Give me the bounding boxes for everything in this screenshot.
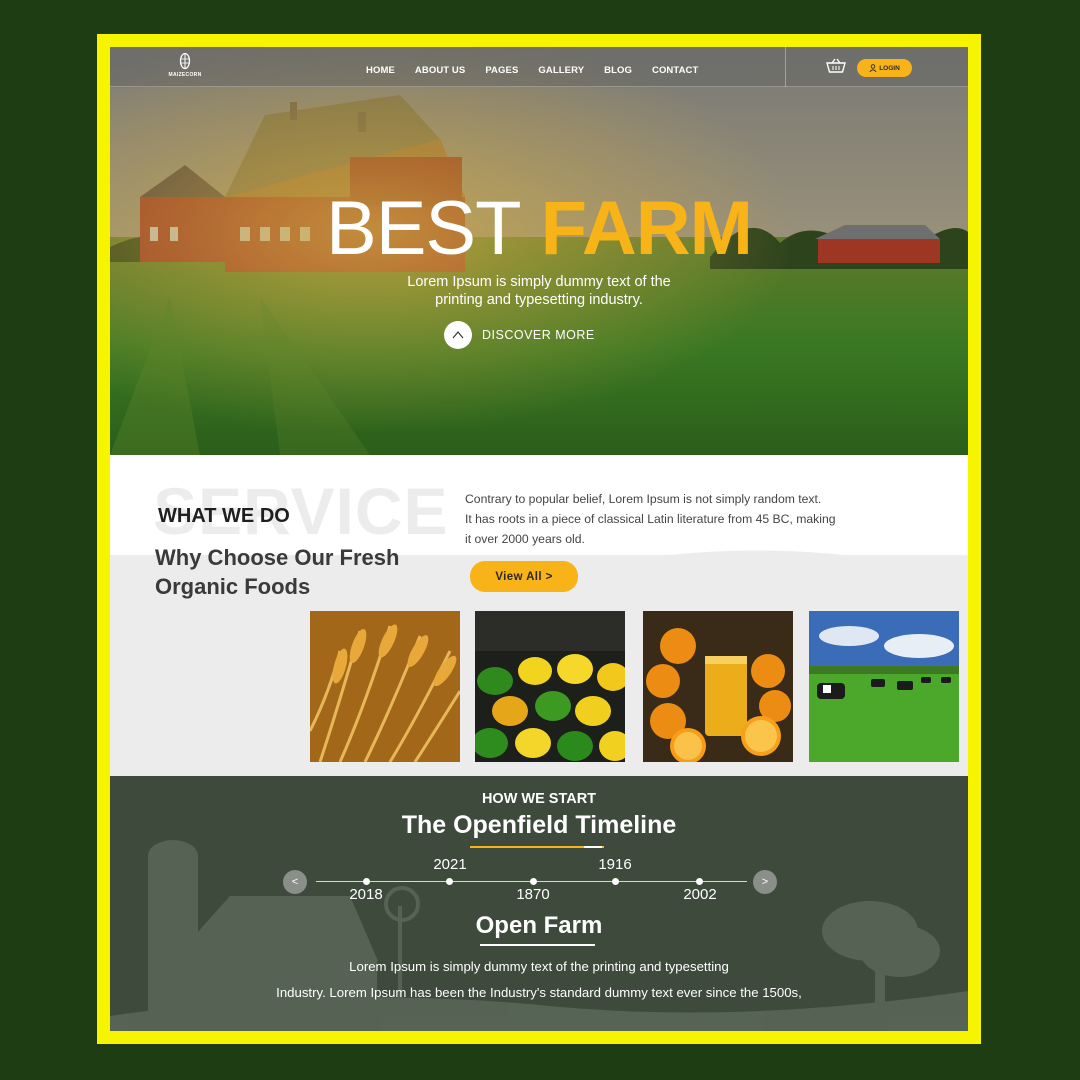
timeline-entry-title: Open Farm <box>475 912 603 939</box>
hero-section: MAIZECORN HOME ABOUT US PAGES GALLERY BL… <box>110 47 968 455</box>
nav-blog[interactable]: BLOG <box>604 65 632 76</box>
user-icon <box>869 64 877 72</box>
timeline-next-button[interactable]: > <box>753 870 777 894</box>
view-all-button[interactable]: View All > <box>470 561 578 592</box>
discover-more-label: DISCOVER MORE <box>482 328 595 342</box>
website-page: MAIZECORN HOME ABOUT US PAGES GALLERY BL… <box>110 47 968 1031</box>
timeline-entry-underline <box>480 944 595 946</box>
service-title-line1: Why Choose Our Fresh <box>155 545 400 570</box>
basket-icon[interactable] <box>826 58 846 74</box>
timeline-section: HOW WE START The Openfield Timeline < > … <box>110 776 968 1031</box>
hero-subtitle-line2: printing and typesetting industry. <box>435 292 643 308</box>
login-label: LOGIN <box>879 64 900 72</box>
timeline-dot-2018[interactable] <box>363 878 370 885</box>
how-we-start-heading: HOW WE START <box>481 791 597 807</box>
nav-pages[interactable]: PAGES <box>485 65 518 76</box>
hero-title: BEST FARM <box>110 189 968 269</box>
nav-divider <box>785 47 786 87</box>
timeline-year-2018[interactable]: 2018 <box>336 886 396 903</box>
timeline-title: The Openfield Timeline <box>401 811 677 839</box>
logo[interactable]: MAIZECORN <box>168 53 202 83</box>
hero-title-best: BEST <box>326 186 521 271</box>
timeline-year-1916[interactable]: 1916 <box>585 856 645 873</box>
wheat-image[interactable] <box>310 611 460 762</box>
main-nav: HOME ABOUT US PAGES GALLERY BLOG CONTACT <box>366 65 718 76</box>
nav-contact[interactable]: CONTACT <box>652 65 698 76</box>
timeline-year-2002[interactable]: 2002 <box>670 886 730 903</box>
service-description: Contrary to popular belief, Lorem Ipsum … <box>465 489 855 549</box>
what-we-do-heading: WHAT WE DO <box>158 505 290 527</box>
hero-subtitle: Lorem Ipsum is simply dummy text of the … <box>360 273 718 309</box>
service-text-line2: It has roots in a piece of classical Lat… <box>465 512 836 526</box>
nav-home[interactable]: HOME <box>366 65 395 76</box>
nav-about-us[interactable]: ABOUT US <box>415 65 465 76</box>
service-text-line3: it over 2000 years old. <box>465 532 585 546</box>
discover-more-button[interactable]: DISCOVER MORE <box>444 321 595 349</box>
corn-logo-icon <box>179 53 191 70</box>
top-navbar: MAIZECORN HOME ABOUT US PAGES GALLERY BL… <box>110 47 968 87</box>
service-text-line1: Contrary to popular belief, Lorem Ipsum … <box>465 492 822 506</box>
timeline-prev-button[interactable]: < <box>283 870 307 894</box>
service-title: Why Choose Our Fresh Organic Foods <box>155 543 445 601</box>
nav-gallery[interactable]: GALLERY <box>538 65 584 76</box>
timeline-title-underline-accent <box>584 846 602 848</box>
cows-pasture-image[interactable] <box>809 611 959 762</box>
hero-title-farm: FARM <box>540 186 753 271</box>
timeline-dot-2021[interactable] <box>446 878 453 885</box>
hero-subtitle-line1: Lorem Ipsum is simply dummy text of the <box>407 274 671 290</box>
yellow-frame: MAIZECORN HOME ABOUT US PAGES GALLERY BL… <box>97 34 981 1044</box>
logo-text: MAIZECORN <box>168 72 202 78</box>
timeline-year-2021[interactable]: 2021 <box>420 856 480 873</box>
login-button[interactable]: LOGIN <box>857 59 912 77</box>
timeline-entry-text-line2: Industry. Lorem Ipsum has been the Indus… <box>276 985 802 1000</box>
service-section: SERVICE WHAT WE DO Why Choose Our Fresh … <box>110 455 968 776</box>
service-title-line2: Organic Foods <box>155 574 311 599</box>
timeline-dot-2002[interactable] <box>696 878 703 885</box>
chevron-up-icon <box>444 321 472 349</box>
timeline-dot-1870[interactable] <box>530 878 537 885</box>
peppers-image[interactable] <box>475 611 625 762</box>
timeline-entry-text-line1: Lorem Ipsum is simply dummy text of the … <box>349 959 729 974</box>
oranges-juice-image[interactable] <box>643 611 793 762</box>
timeline-dot-1916[interactable] <box>612 878 619 885</box>
timeline-year-1870[interactable]: 1870 <box>503 886 563 903</box>
